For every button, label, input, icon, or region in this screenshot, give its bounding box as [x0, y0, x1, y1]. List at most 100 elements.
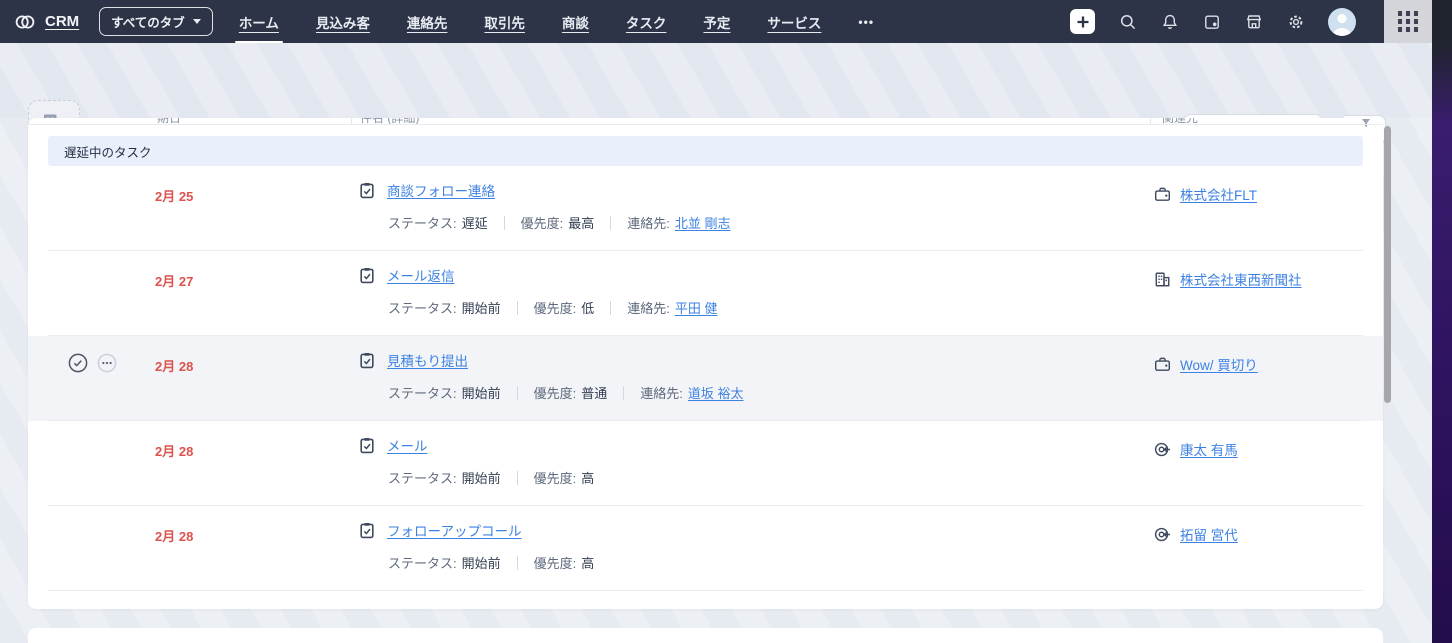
task-row: 2月 28 フォローアップコール ステータス: 開始前 優先度: 高 拓留 宮代	[28, 506, 1383, 591]
task-row: 2月 27 メール返信 ステータス: 開始前 優先度: 低 連絡先: 平田 健	[28, 251, 1383, 336]
task-main-cell: メール返信 ステータス: 開始前 優先度: 低 連絡先: 平田 健	[358, 265, 1143, 317]
section-header-delayed-tasks: 遅延中のタスク	[48, 136, 1363, 166]
task-detail-line: ステータス: 遅延 優先度: 最高 連絡先: 北並 剛志	[388, 213, 1143, 232]
contact-label: 連絡先:	[627, 301, 670, 316]
status-label: ステータス:	[388, 386, 457, 401]
nav-item-3[interactable]: 取引先	[484, 0, 525, 43]
field-separator	[516, 555, 518, 570]
nav-item-2[interactable]: 連絡先	[407, 0, 448, 43]
field-separator	[516, 300, 518, 315]
priority-label: 優先度:	[533, 386, 577, 401]
deal-icon	[1153, 355, 1171, 373]
task-due-date: 2月 27	[155, 274, 194, 289]
related-to-link[interactable]: 康太 有馬	[1180, 439, 1238, 459]
apps-grid-icon[interactable]	[1384, 0, 1432, 43]
complete-task-check-icon[interactable]	[68, 353, 88, 378]
contact-group: 連絡先: 道坂 裕太	[607, 383, 744, 402]
task-row: 2月 28 メール ステータス: 開始前 優先度: 高 康太 有馬	[28, 421, 1383, 506]
priority-label: 優先度:	[533, 556, 577, 571]
task-clipboard-icon	[358, 181, 376, 199]
tasks-widget-card: 期日 件名 (詳細) 関連先 遅延中のタスク 2月 25 商談フォロー連絡 ステ…	[28, 118, 1383, 609]
header-divider	[28, 124, 1383, 125]
field-separator	[516, 470, 518, 485]
priority-label: 優先度:	[533, 471, 577, 486]
task-due-date: 2月 28	[155, 359, 194, 374]
bell-icon[interactable]	[1160, 12, 1179, 31]
contact-group: 連絡先: 北並 剛志	[594, 213, 731, 232]
status-value: 開始前	[461, 386, 501, 401]
related-to-link[interactable]: 株式会社東西新聞社	[1180, 269, 1302, 289]
desktop-background-strip	[1432, 0, 1452, 643]
priority-value: 低	[581, 301, 595, 316]
task-due-date: 2月 25	[155, 189, 194, 204]
priority-value: 高	[581, 471, 595, 486]
nav-item-1[interactable]: 見込み客	[316, 0, 370, 43]
status-value: 開始前	[461, 301, 501, 316]
task-clipboard-icon	[358, 521, 376, 539]
gear-icon[interactable]	[1286, 12, 1305, 31]
contact-link[interactable]: 道坂 裕太	[688, 383, 744, 402]
task-clipboard-icon	[358, 266, 376, 284]
related-to-link[interactable]: Wow/ 買切り	[1180, 354, 1258, 374]
quick-create-plus-button[interactable]	[1070, 9, 1095, 34]
nav-item-0[interactable]: ホーム	[234, 0, 284, 43]
tab-selector-label: すべてのタブ	[111, 16, 185, 30]
contact-label: 連絡先:	[627, 216, 670, 231]
task-due-date: 2月 28	[155, 444, 194, 459]
task-detail-line: ステータス: 開始前 優先度: 高	[388, 468, 1143, 487]
related-to-link[interactable]: 拓留 宮代	[1180, 524, 1238, 544]
nav-item-more[interactable]: •••	[858, 0, 874, 43]
task-due-date: 2月 28	[155, 529, 194, 544]
task-main-cell: 商談フォロー連絡 ステータス: 遅延 優先度: 最高 連絡先: 北並 剛志	[358, 180, 1143, 232]
search-icon[interactable]	[1118, 12, 1137, 31]
priority-value: 高	[581, 556, 595, 571]
top-navbar: CRM すべてのタブ ホーム 見込み客 連絡先 取引先 商談 タスク 予定 サービス •••	[0, 0, 1432, 43]
related-to-cell: 拓留 宮代	[1153, 524, 1238, 544]
account-icon	[1153, 270, 1171, 288]
related-to-link[interactable]: 株式会社FLT	[1180, 184, 1257, 204]
nav-item-4[interactable]: 商談	[562, 0, 589, 43]
nav-item-5[interactable]: タスク	[626, 0, 667, 43]
task-title-link[interactable]: 商談フォロー連絡	[387, 180, 495, 200]
crm-home-screen: CRM すべてのタブ ホーム 見込み客 連絡先 取引先 商談 タスク 予定 サービス •••	[0, 0, 1452, 643]
task-title-link[interactable]: メール	[387, 435, 428, 455]
task-detail-line: ステータス: 開始前 優先度: 低 連絡先: 平田 健	[388, 298, 1143, 317]
deal-icon	[1153, 185, 1171, 203]
tab-selector-dropdown[interactable]: すべてのタブ	[99, 7, 213, 36]
brand-crm-link[interactable]: CRM	[45, 13, 79, 30]
filter-icon[interactable]	[1361, 118, 1371, 133]
vertical-scrollbar-thumb[interactable]	[1384, 126, 1391, 403]
status-label: ステータス:	[388, 216, 457, 231]
task-main-cell: フォローアップコール ステータス: 開始前 優先度: 高	[358, 520, 1143, 572]
related-to-cell: 康太 有馬	[1153, 439, 1238, 459]
task-row: 2月 28 見積もり提出 ステータス: 開始前 優先度: 普通 連絡先: 道坂 …	[28, 336, 1383, 421]
task-main-cell: メール ステータス: 開始前 優先度: 高	[358, 435, 1143, 487]
field-separator	[610, 215, 612, 230]
task-title-link[interactable]: メール返信	[387, 265, 455, 285]
task-rows: 2月 25 商談フォロー連絡 ステータス: 遅延 優先度: 最高 連絡先: 北並…	[28, 166, 1383, 591]
task-title-link[interactable]: フォローアップコール	[387, 520, 521, 540]
row-more-options-icon[interactable]	[97, 353, 117, 378]
related-to-cell: 株式会社東西新聞社	[1153, 269, 1302, 289]
priority-label: 優先度:	[533, 301, 577, 316]
contact-label: 連絡先:	[640, 386, 683, 401]
field-separator	[503, 215, 505, 230]
task-detail-line: ステータス: 開始前 優先度: 高	[388, 553, 1143, 572]
status-label: ステータス:	[388, 556, 457, 571]
field-separator	[516, 385, 518, 400]
avatar[interactable]	[1328, 7, 1356, 36]
nav-item-6[interactable]: 予定	[703, 0, 730, 43]
status-value: 遅延	[461, 216, 488, 231]
field-separator	[623, 385, 625, 400]
contact-link[interactable]: 北並 剛志	[675, 213, 731, 232]
status-label: ステータス:	[388, 471, 457, 486]
calendar-icon[interactable]	[1202, 12, 1221, 31]
contact-link[interactable]: 平田 健	[675, 298, 718, 317]
zoho-logo-icon[interactable]	[14, 11, 36, 33]
marketplace-icon[interactable]	[1244, 12, 1263, 31]
lead-icon	[1153, 525, 1171, 543]
related-to-cell: 株式会社FLT	[1153, 184, 1257, 204]
lead-icon	[1153, 440, 1171, 458]
task-title-link[interactable]: 見積もり提出	[387, 350, 468, 370]
nav-item-7[interactable]: サービス	[767, 0, 821, 43]
